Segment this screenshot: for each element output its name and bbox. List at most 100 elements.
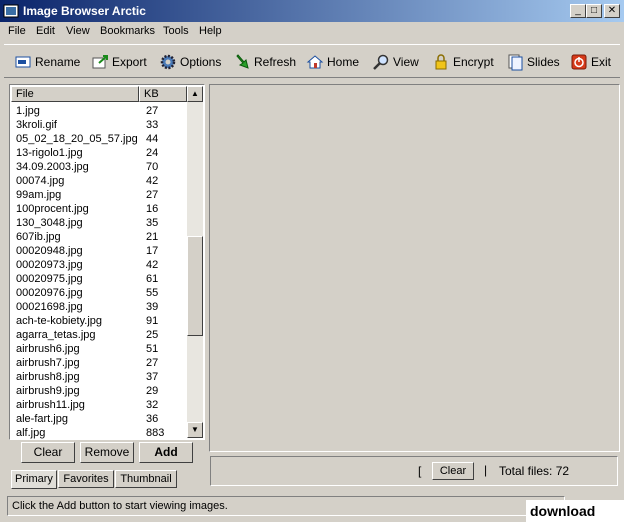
file-row[interactable]: airbrush7.jpg 27 <box>11 356 187 370</box>
status-text: Click the Add button to start viewing im… <box>12 500 228 512</box>
scroll-up-button[interactable]: ▲ <box>187 86 203 102</box>
file-row[interactable]: airbrush9.jpg 29 <box>11 384 187 398</box>
refresh-icon <box>236 54 249 69</box>
menu-view[interactable]: View <box>66 25 90 37</box>
file-row[interactable]: 99am.jpg 27 <box>11 188 187 202</box>
file-row[interactable]: 05_02_18_20_05_57.jpg 44 <box>11 132 187 146</box>
tab-primary[interactable]: Primary <box>11 470 57 489</box>
file-name: 100procent.jpg <box>16 203 89 215</box>
file-row[interactable]: 13-rigolo1.jpg 24 <box>11 146 187 160</box>
file-list-header: File KB <box>11 86 187 102</box>
rename-icon <box>15 56 31 68</box>
file-row[interactable]: 00021698.jpg 39 <box>11 300 187 314</box>
file-name: 3kroli.gif <box>16 119 57 131</box>
file-row[interactable]: ach-te-kobiety.jpg 91 <box>11 314 187 328</box>
file-row[interactable]: 00020973.jpg 42 <box>11 258 187 272</box>
file-row[interactable]: 100procent.jpg 16 <box>11 202 187 216</box>
tab-thumbnail[interactable]: Thumbnail <box>115 470 177 488</box>
menu-help[interactable]: Help <box>199 25 222 37</box>
file-row[interactable]: alf.jpg 883 <box>11 426 187 439</box>
file-size: 42 <box>146 175 159 187</box>
file-name: ale-fart.jpg <box>16 413 68 425</box>
menu-bookmarks[interactable]: Bookmarks <box>100 25 155 37</box>
file-row[interactable]: 607ib.jpg 21 <box>11 230 187 244</box>
encrypt-label: Encrypt <box>453 55 494 69</box>
file-size: 883 <box>146 427 165 439</box>
file-name: 00074.jpg <box>16 175 65 187</box>
column-header-file[interactable]: File <box>11 86 139 102</box>
file-name: 00020973.jpg <box>16 259 83 271</box>
preview-status-bar: [ Clear | Total files: 72 <box>210 456 618 486</box>
file-name: 00020976.jpg <box>16 287 83 299</box>
file-row[interactable]: airbrush6.jpg 51 <box>11 342 187 356</box>
file-row[interactable]: 34.09.2003.jpg 70 <box>11 160 187 174</box>
menu-file[interactable]: File <box>8 25 26 37</box>
file-size: 39 <box>146 301 159 313</box>
file-size: 55 <box>146 287 159 299</box>
options-button[interactable]: Options <box>159 52 221 72</box>
file-size: 44 <box>146 133 159 145</box>
clear-button[interactable]: Clear <box>21 442 75 463</box>
total-files-label: Total files: 72 <box>499 464 570 478</box>
maximize-button[interactable]: □ <box>586 4 602 18</box>
file-row[interactable]: 130_3048.jpg 35 <box>11 216 187 230</box>
menu-edit[interactable]: Edit <box>36 25 55 37</box>
file-name: 00020975.jpg <box>16 273 83 285</box>
menu-tools[interactable]: Tools <box>163 25 189 37</box>
logo-text: download <box>530 503 596 519</box>
file-size: 17 <box>146 245 159 257</box>
file-name: 34.09.2003.jpg <box>16 161 89 173</box>
rename-button[interactable]: Rename <box>14 52 80 72</box>
image-preview-area[interactable] <box>209 84 620 452</box>
file-name: 607ib.jpg <box>16 231 61 243</box>
file-rows: 1.jpg 27 3kroli.gif 33 05_02_18_20_05_57.jpg… <box>11 104 187 439</box>
remove-button[interactable]: Remove <box>80 442 134 463</box>
file-row[interactable]: agarra_tetas.jpg 25 <box>11 328 187 342</box>
view-label: View <box>393 55 419 69</box>
toolbar: Rename Export Options Refresh Home View … <box>4 44 620 78</box>
scroll-thumb[interactable] <box>187 236 203 336</box>
separator: | <box>484 463 488 477</box>
refresh-button[interactable]: Refresh <box>233 52 296 72</box>
file-row[interactable]: 00074.jpg 42 <box>11 174 187 188</box>
file-row[interactable]: ale-fart.jpg 36 <box>11 412 187 426</box>
lock-icon <box>435 54 447 70</box>
file-row[interactable]: airbrush11.jpg 32 <box>11 398 187 412</box>
home-button[interactable]: Home <box>306 52 359 72</box>
file-row[interactable]: 1.jpg 27 <box>11 104 187 118</box>
file-size: 24 <box>146 147 159 159</box>
scroll-down-button[interactable]: ▼ <box>187 422 203 438</box>
slides-icon <box>508 54 523 71</box>
minimize-button[interactable]: _ <box>570 4 586 18</box>
file-name: 1.jpg <box>16 105 40 117</box>
encrypt-button[interactable]: Encrypt <box>432 52 494 72</box>
file-row[interactable]: 00020975.jpg 61 <box>11 272 187 286</box>
file-row[interactable]: airbrush8.jpg 37 <box>11 370 187 384</box>
file-size: 21 <box>146 231 159 243</box>
menu-bar: File Edit View Bookmarks Tools Help <box>0 22 624 41</box>
view-button[interactable]: View <box>372 52 419 72</box>
export-button[interactable]: Export <box>91 52 147 72</box>
file-size: 91 <box>146 315 159 327</box>
preview-clear-button[interactable]: Clear <box>432 462 474 480</box>
magnifier-icon <box>373 54 389 70</box>
exit-button[interactable]: Exit <box>570 52 611 72</box>
column-header-kb[interactable]: KB <box>139 86 187 102</box>
add-button[interactable]: Add <box>139 442 193 463</box>
tab-favorites[interactable]: Favorites <box>58 470 114 488</box>
file-row[interactable]: 00020976.jpg 55 <box>11 286 187 300</box>
file-row[interactable]: 3kroli.gif 33 <box>11 118 187 132</box>
file-name: airbrush11.jpg <box>16 399 85 411</box>
file-row[interactable]: 00020948.jpg 17 <box>11 244 187 258</box>
file-size: 35 <box>146 217 159 229</box>
close-button[interactable]: ✕ <box>604 4 620 18</box>
file-name: 130_3048.jpg <box>16 217 83 229</box>
bracket-divider: [ <box>418 464 422 478</box>
gear-icon <box>160 54 176 70</box>
file-list-scrollbar[interactable]: ▲ ▼ <box>187 86 203 438</box>
file-size: 29 <box>146 385 159 397</box>
file-list[interactable]: File KB 1.jpg 27 3kroli.gif 33 05_02_18_20_0… <box>9 84 205 440</box>
file-name: agarra_tetas.jpg <box>16 329 96 341</box>
file-name: 00021698.jpg <box>16 301 83 313</box>
slides-button[interactable]: Slides <box>506 52 560 72</box>
